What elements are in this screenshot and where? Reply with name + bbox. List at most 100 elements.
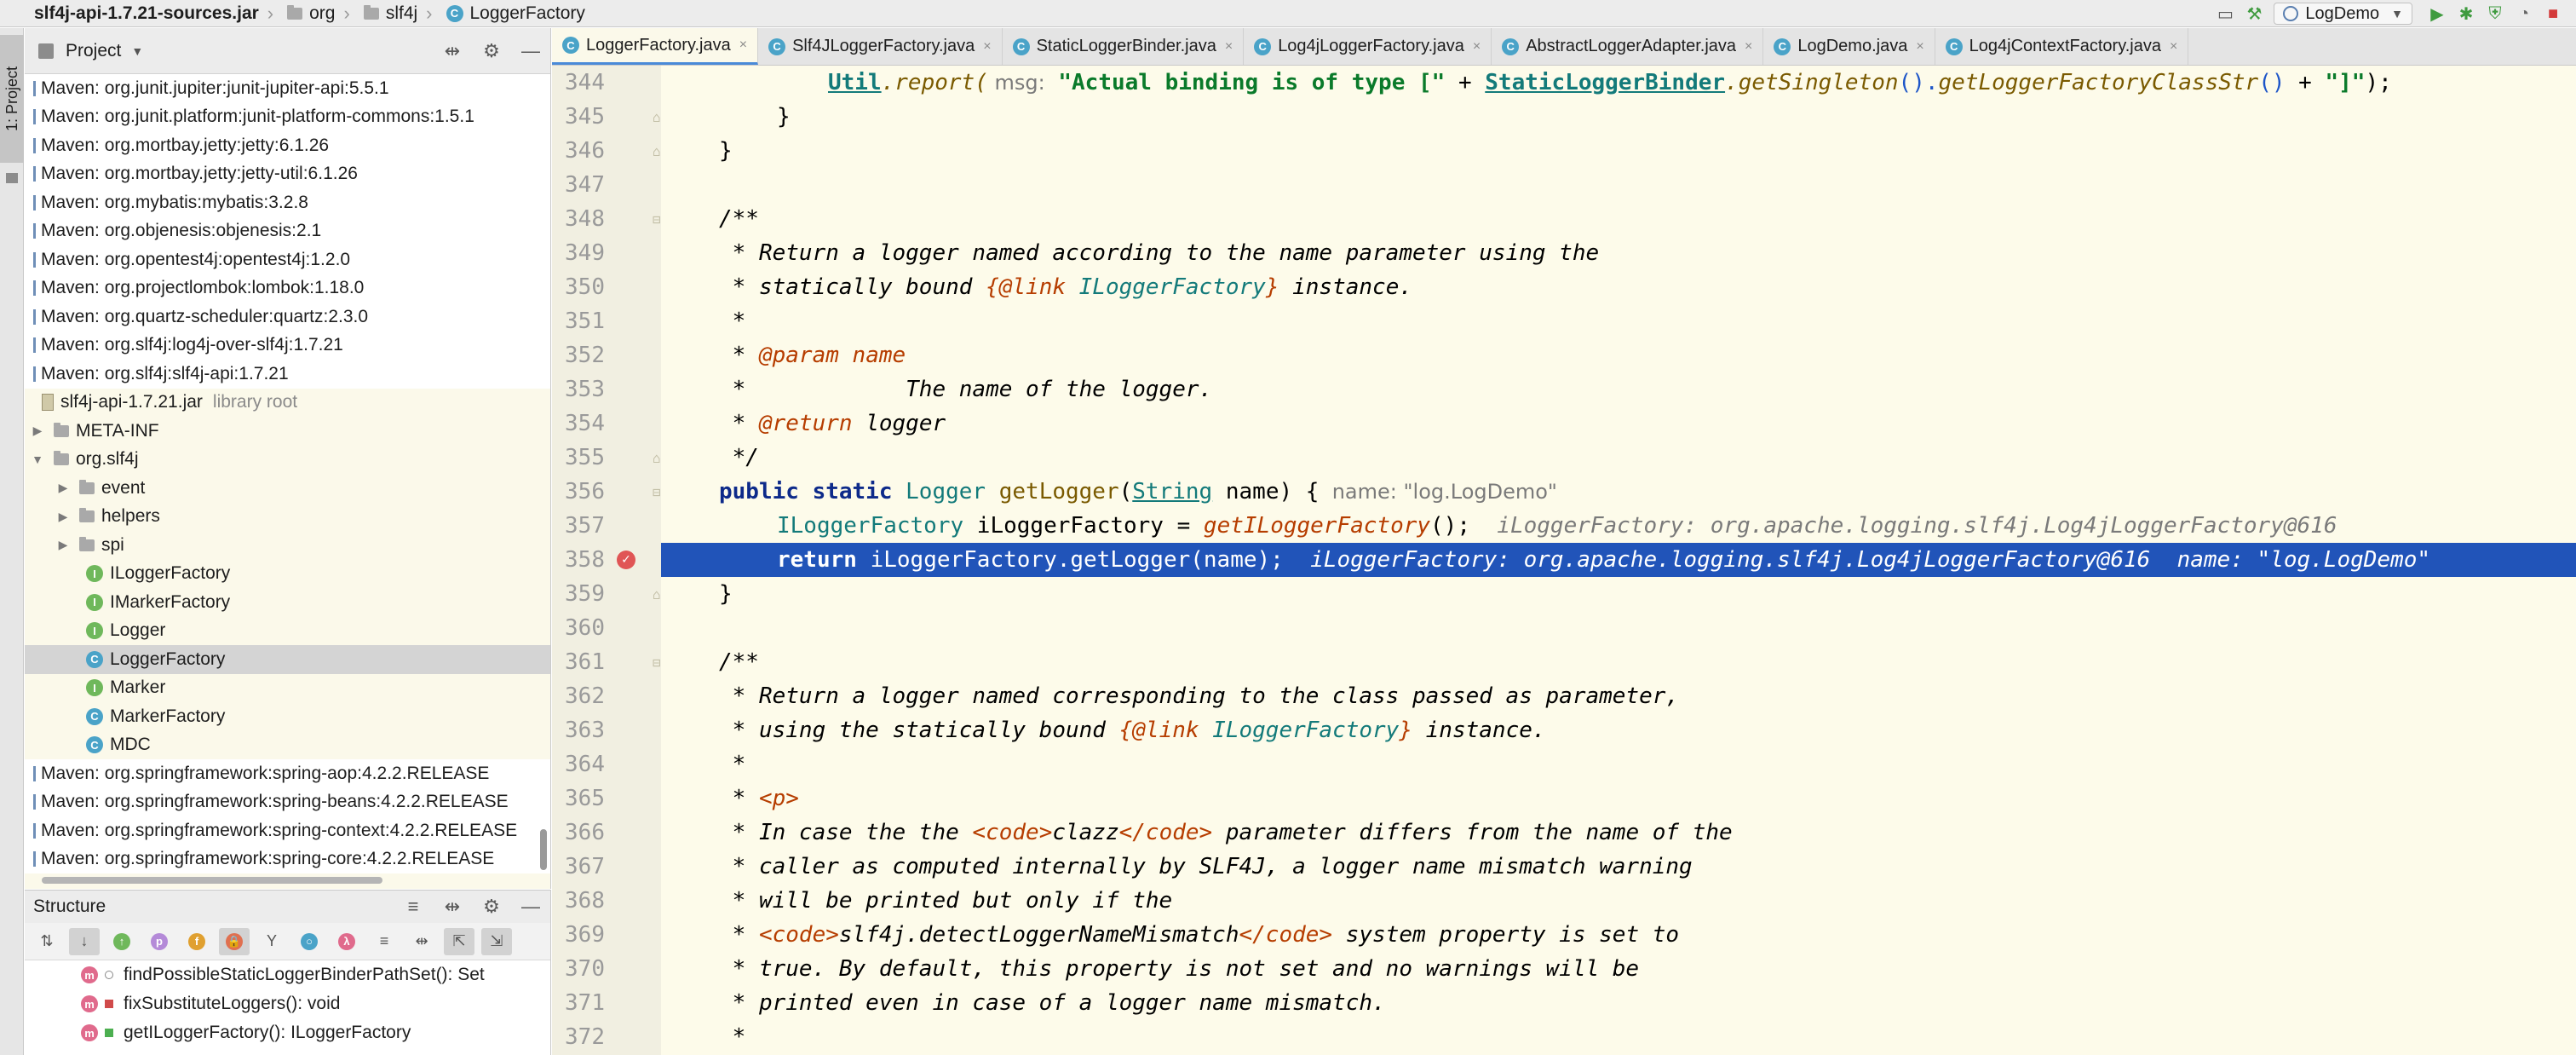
folder-icon — [363, 4, 379, 20]
tree-folder-meta-inf[interactable]: ▶ META-INF — [25, 417, 550, 446]
tree-library-item[interactable]: Maven: org.springframework:spring-beans:… — [25, 787, 550, 816]
tree-library-item[interactable]: Maven: org.springframework:spring-core:4… — [25, 845, 550, 873]
horizontal-scrollbar[interactable] — [42, 877, 382, 884]
tree-library-item[interactable]: Maven: org.junit.platform:junit-platform… — [25, 102, 550, 131]
close-icon[interactable]: × — [2170, 39, 2177, 55]
sort-alphabetically-icon[interactable]: ↓ — [69, 927, 100, 955]
hammer-icon[interactable]: ⚒ — [2240, 0, 2268, 27]
gear-icon[interactable]: ⚙ — [472, 40, 511, 62]
fold-icon[interactable]: ⊟ — [653, 654, 661, 671]
run-icon[interactable]: ▶ — [2423, 0, 2452, 27]
coverage-icon[interactable]: ⛨ — [2481, 0, 2510, 27]
close-icon[interactable]: × — [1473, 39, 1481, 55]
fold-icon[interactable]: ⌂ — [653, 586, 661, 602]
folder-icon — [79, 536, 95, 551]
run-configuration-selector[interactable]: LogDemo ▼ — [2274, 3, 2412, 25]
fold-icon[interactable]: ⌂ — [653, 143, 661, 159]
fold-icon[interactable]: ⊟ — [653, 484, 661, 500]
close-icon[interactable]: × — [739, 37, 747, 53]
tree-jar-root[interactable]: slf4j-api-1.7.21.jar library root — [25, 389, 550, 418]
tree-library-item[interactable]: Maven: org.quartz-scheduler:quartz:2.3.0 — [25, 303, 550, 331]
fold-icon[interactable]: ⌂ — [653, 450, 661, 466]
gear-icon[interactable]: ⚙ — [472, 896, 511, 918]
autoscroll-from-source-icon[interactable]: ⇲ — [481, 927, 512, 955]
tab-slf4jloggerfactory[interactable]: C Slf4JLoggerFactory.java × — [758, 28, 1003, 65]
collapse-all-icon[interactable]: ⇹ — [433, 40, 472, 62]
collapse-all-icon[interactable]: ⇹ — [406, 928, 437, 955]
breakpoint-icon[interactable]: ✓ — [617, 551, 635, 569]
fold-icon[interactable]: ⌂ — [653, 109, 661, 125]
tree-class-logger[interactable]: I Logger — [25, 617, 550, 646]
debug-icon[interactable]: ✱ — [2452, 0, 2481, 27]
class-icon: C — [86, 736, 103, 754]
hide-icon[interactable]: — — [511, 896, 550, 918]
tree-package-spi[interactable]: ▶ spi — [25, 531, 550, 560]
show-anonymous-icon[interactable]: Y — [256, 928, 287, 955]
collapse-all-icon[interactable]: ⇹ — [433, 896, 472, 918]
tree-library-item[interactable]: Maven: org.slf4j:log4j-over-slf4j:1.7.21 — [25, 331, 550, 360]
tree-library-item[interactable]: Maven: org.mortbay.jetty:jetty-util:6.1.… — [25, 159, 550, 188]
show-non-public-icon[interactable]: 🔒 — [219, 927, 250, 955]
project-panel-header: Project ▼ ⇹ ⚙ — — [25, 28, 550, 74]
tree-class-marker[interactable]: I Marker — [25, 674, 550, 703]
tab-loggerfactory[interactable]: C LoggerFactory.java × — [552, 28, 759, 65]
close-icon[interactable]: × — [983, 39, 991, 55]
vertical-scrollbar[interactable] — [540, 829, 547, 870]
tree-package-helpers[interactable]: ▶ helpers — [25, 503, 550, 532]
tree-library-item[interactable]: Maven: org.mortbay.jetty:jetty:6.1.26 — [25, 131, 550, 160]
tree-library-item[interactable]: Maven: org.slf4j:slf4j-api:1.7.21 — [25, 360, 550, 389]
close-icon[interactable]: × — [1745, 39, 1752, 55]
tree-class-markerfactory[interactable]: C MarkerFactory — [25, 702, 550, 731]
tree-class-imarkerfactory[interactable]: I IMarkerFactory — [25, 588, 550, 617]
sort-by-visibility-icon[interactable]: ⇅ — [32, 928, 62, 955]
hide-icon[interactable]: — — [511, 40, 550, 62]
tree-class-iloggerfactory[interactable]: I ILoggerFactory — [25, 560, 550, 589]
close-icon[interactable]: × — [1225, 39, 1233, 55]
fold-icon[interactable]: ⊟ — [653, 211, 661, 228]
project-tree: Maven: org.junit.jupiter:junit-jupiter-a… — [25, 74, 550, 873]
expand-all-icon[interactable]: ≡ — [369, 928, 400, 955]
code-line: 348 ⊟ /** — [565, 206, 759, 232]
tab-log4jloggerfactory[interactable]: C Log4jLoggerFactory.java × — [1244, 28, 1492, 65]
tree-class-mdc[interactable]: C MDC — [25, 731, 550, 760]
tab-staticloggerbinder[interactable]: C StaticLoggerBinder.java × — [1003, 28, 1245, 65]
tree-package-event[interactable]: ▶ event — [25, 474, 550, 503]
structure-member[interactable]: m getILoggerFactory(): ILoggerFactory — [25, 1018, 550, 1047]
tree-library-item[interactable]: Maven: org.objenesis:objenesis:2.1 — [25, 216, 550, 245]
expand-all-icon[interactable]: ≡ — [394, 896, 433, 918]
current-execution-line: 358 ✓ return iLoggerFactory.getLogger(na… — [552, 543, 2576, 577]
breadcrumb-package-org[interactable]: org — [280, 0, 335, 27]
tree-library-item[interactable]: Maven: org.springframework:spring-contex… — [25, 816, 550, 845]
profile-icon[interactable]: ◔ — [2510, 0, 2539, 27]
project-tool-tab[interactable]: 1: Project — [0, 35, 24, 163]
structure-member[interactable]: m fixSubstituteLoggers(): void — [25, 989, 550, 1018]
tree-class-loggerfactory[interactable]: C LoggerFactory — [25, 645, 550, 674]
show-lambdas-icon[interactable]: λ — [331, 928, 362, 955]
tab-abstractloggeradapter[interactable]: C AbstractLoggerAdapter.java × — [1492, 28, 1764, 65]
tree-package-org-slf4j[interactable]: ▼ org.slf4j — [25, 446, 550, 475]
code-line: 361 ⊟ /** — [565, 649, 759, 675]
breadcrumb-jar[interactable]: slf4j-api-1.7.21-sources.jar — [0, 0, 259, 27]
layout-icon[interactable]: ▭ — [2211, 0, 2240, 27]
project-view-selector[interactable]: Project ▼ — [25, 41, 143, 61]
tree-library-item[interactable]: Maven: org.springframework:spring-aop:4.… — [25, 759, 550, 788]
close-icon[interactable]: × — [1916, 39, 1923, 55]
tree-library-item[interactable]: Maven: org.mybatis:mybatis:3.2.8 — [25, 188, 550, 217]
tree-library-item[interactable]: Maven: org.junit.jupiter:junit-jupiter-a… — [25, 74, 550, 103]
breadcrumb-class[interactable]: C LoggerFactory — [440, 0, 585, 27]
tab-logdemo[interactable]: C LogDemo.java × — [1763, 28, 1935, 65]
show-inherited-icon[interactable]: ↑ — [106, 928, 137, 955]
code-line: 357 ILoggerFactory iLoggerFactory = getI… — [565, 513, 2337, 539]
autoscroll-to-source-icon[interactable]: ⇱ — [444, 927, 474, 955]
tree-library-item[interactable]: Maven: org.projectlombok:lombok:1.18.0 — [25, 274, 550, 303]
breadcrumb-package-slf4j[interactable]: slf4j — [357, 0, 417, 27]
show-properties-icon[interactable]: p — [144, 928, 175, 955]
structure-member[interactable]: m findPossibleStaticLoggerBinderPathSet()… — [25, 960, 550, 989]
stop-icon[interactable]: ■ — [2539, 0, 2567, 27]
code-line: 370 * true. By default, this property is… — [565, 956, 1640, 982]
show-classes-icon[interactable]: ○ — [294, 928, 325, 955]
code-editor[interactable]: 344 Util.report( msg: "Actual binding is… — [552, 66, 2576, 1055]
show-fields-icon[interactable]: f — [181, 928, 212, 955]
tab-log4jcontextfactory[interactable]: C Log4jContextFactory.java × — [1935, 28, 2189, 65]
tree-library-item[interactable]: Maven: org.opentest4j:opentest4j:1.2.0 — [25, 245, 550, 274]
